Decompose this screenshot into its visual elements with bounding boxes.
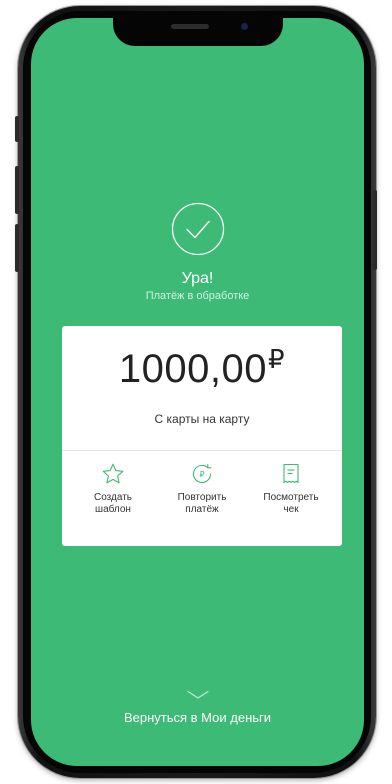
create-template-line1: Создать <box>93 492 132 503</box>
star-icon <box>102 463 124 484</box>
create-template-button[interactable]: Создать шаблон <box>73 462 153 516</box>
success-title: Ура! <box>181 270 214 287</box>
payment-amount: 1000,00₽ <box>62 344 342 392</box>
view-receipt-button[interactable]: Посмотреть чек <box>251 462 331 516</box>
currency-symbol: ₽ <box>268 344 286 374</box>
speaker-grille <box>171 24 209 29</box>
create-template-line2: шаблон <box>95 504 131 515</box>
repeat-payment-button[interactable]: ₽ Повторить платёж <box>162 462 242 516</box>
payment-description: С карты на карту <box>154 412 250 426</box>
view-receipt-line2: чек <box>283 504 299 515</box>
volume-up-button <box>15 166 19 214</box>
repeat-payment-line2: платёж <box>185 504 219 515</box>
status-subtitle: Платёж в обработке <box>145 290 250 302</box>
payment-card: 1000,00₽ С карты на карту Создать шаблон… <box>62 326 342 546</box>
receipt-icon <box>283 463 299 484</box>
notch <box>113 18 283 46</box>
svg-text:₽: ₽ <box>199 470 204 479</box>
front-camera <box>241 23 248 30</box>
card-divider <box>62 450 342 451</box>
power-button <box>373 190 377 270</box>
success-check-icon <box>171 202 225 256</box>
view-receipt-line1: Посмотреть <box>263 492 319 503</box>
repeat-payment-line1: Повторить <box>177 492 227 503</box>
chevron-down-icon[interactable] <box>187 690 209 700</box>
mute-switch <box>15 116 19 142</box>
amount-value: 1000,00 <box>118 347 268 391</box>
app-screen: Ура! Платёж в обработке 1000,00₽ С карты… <box>31 18 364 766</box>
volume-down-button <box>15 224 19 272</box>
repeat-payment-icon: ₽ <box>192 464 212 483</box>
back-to-my-money-link[interactable]: Вернуться в Мои деньги <box>31 710 364 725</box>
